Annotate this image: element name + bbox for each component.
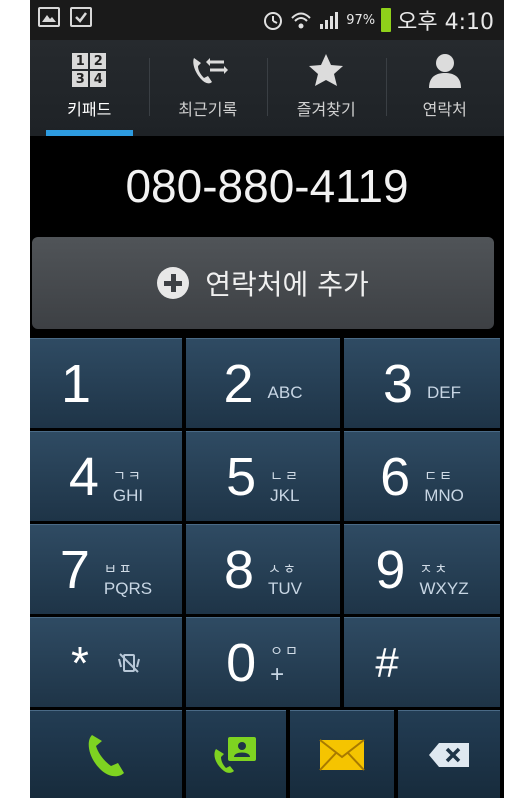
key-5[interactable]: 5 ㄴㄹ JKL [186, 431, 340, 521]
dialed-number-display[interactable]: 080-880-4119 [30, 136, 504, 236]
tab-call-log[interactable]: 최근기록 [148, 40, 268, 136]
key-digit: 3 [382, 353, 414, 414]
contact-person-icon [428, 54, 461, 88]
key-0[interactable]: 0 ㅇㅁ + [186, 617, 340, 707]
clock: 오후 4:10 [397, 10, 494, 35]
key-letters: ABC [267, 382, 303, 402]
key-letters: DEF [427, 382, 462, 402]
battery-icon [381, 8, 392, 32]
add-circle-icon [157, 267, 190, 299]
key-3[interactable]: 3 DEF [344, 338, 500, 428]
tab-label: 키패드 [67, 100, 112, 119]
key-7[interactable]: 7 ㅂㅍ PQRS [30, 524, 182, 614]
signal-icon [320, 12, 339, 29]
tab-favorites[interactable]: 즐겨찾기 [267, 40, 386, 136]
tab-label: 연락처 [422, 100, 467, 119]
star-icon [309, 54, 344, 86]
call-button[interactable] [30, 710, 182, 798]
video-call-icon [214, 736, 256, 773]
key-8[interactable]: 8 ㅅㅎ TUV [186, 524, 340, 614]
key-digit: 9 [375, 539, 406, 600]
backspace-icon [429, 742, 469, 767]
key-digit: * [71, 636, 89, 689]
key-hangul: ㅂㅍ [103, 561, 134, 578]
status-bar: 97% 오후 4:10 [30, 0, 504, 40]
message-button[interactable] [290, 710, 394, 798]
dialer-screen: 97% 오후 4:10 1 2 3 4 키패드 최근기록 즐겨찾기 연락처 08… [30, 0, 504, 798]
vibrate-mute-icon [117, 652, 140, 673]
keypad-icon-digit: 4 [90, 71, 107, 87]
video-call-button[interactable] [186, 710, 286, 798]
keypad-icon-digit: 3 [72, 71, 89, 87]
key-digit: 4 [68, 446, 99, 507]
key-digit: # [375, 638, 399, 686]
key-letters: PQRS [103, 578, 153, 598]
tab-bar: 1 2 3 4 키패드 최근기록 즐겨찾기 연락처 [30, 40, 504, 136]
tab-label: 최근기록 [178, 100, 238, 119]
key-digit: 7 [59, 539, 90, 600]
key-star[interactable]: * [30, 617, 182, 707]
key-hangul: ㄷㅌ [424, 468, 454, 485]
key-hangul: ㅇㅁ [270, 643, 300, 660]
add-to-contacts-button[interactable]: 연락처에 추가 [32, 237, 494, 329]
keypad-icon-digit: 1 [72, 53, 89, 69]
tab-contacts[interactable]: 연락처 [385, 40, 505, 136]
key-4[interactable]: 4 ㄱㅋ GHI [30, 431, 182, 521]
envelope-icon [319, 738, 365, 771]
key-letters: WXYZ [419, 578, 469, 598]
key-digit: 8 [223, 539, 255, 600]
key-hangul: ㄱㅋ [112, 468, 143, 485]
gallery-icon [38, 7, 60, 27]
key-9[interactable]: 9 ㅈㅊ WXYZ [344, 524, 500, 614]
keypad-icon: 1 2 3 4 [72, 53, 107, 87]
key-letters: MNO [424, 485, 464, 505]
key-digit: 0 [226, 632, 257, 693]
key-hash[interactable]: # [344, 617, 500, 707]
briefcase-icon [70, 7, 92, 27]
key-6[interactable]: 6 ㄷㅌ MNO [344, 431, 500, 521]
wifi-icon [291, 12, 311, 29]
key-digit: 5 [226, 446, 257, 507]
key-2[interactable]: 2 ABC [186, 338, 340, 428]
phone-call-icon [88, 734, 124, 776]
backspace-button[interactable] [398, 710, 500, 798]
key-digit: 6 [380, 446, 411, 507]
keypad-icon-digit: 2 [90, 53, 107, 69]
key-1[interactable]: 1 [30, 338, 182, 428]
key-letters: GHI [112, 485, 144, 505]
add-to-contacts-label: 연락처에 추가 [205, 268, 369, 301]
alarm-icon [264, 12, 283, 30]
key-letters: TUV [268, 578, 303, 598]
tab-label: 즐겨찾기 [296, 100, 356, 119]
tab-keypad[interactable]: 1 2 3 4 키패드 [30, 40, 149, 136]
key-hangul: ㄴㄹ [270, 468, 300, 485]
key-hangul: ㅅㅎ [268, 561, 298, 578]
key-digit: 2 [223, 353, 254, 414]
key-digit: 1 [60, 353, 92, 414]
key-letters: + [270, 660, 285, 688]
key-hangul: ㅈㅊ [419, 561, 450, 578]
key-letters: JKL [270, 485, 300, 505]
battery-percent: 97% [346, 12, 376, 28]
call-log-icon [193, 58, 228, 84]
